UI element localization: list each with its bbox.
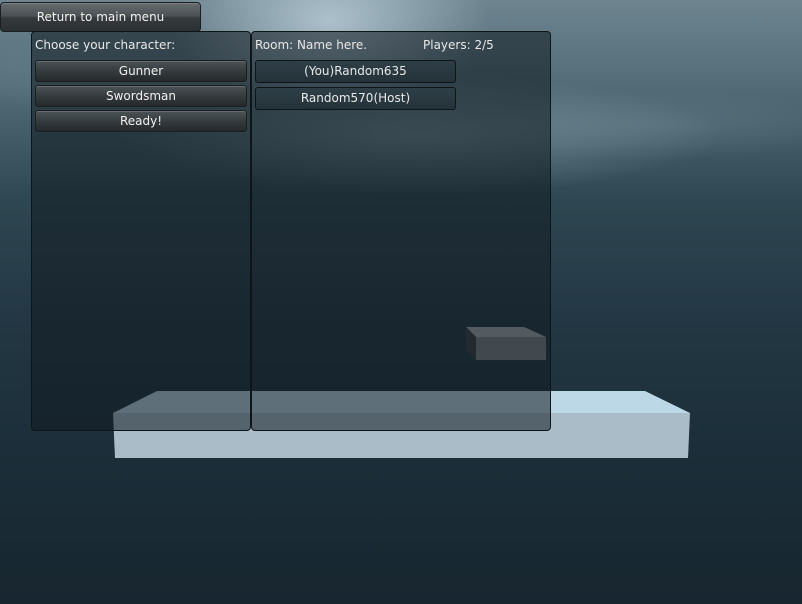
room-name-label: Room: Name here. [255,38,368,52]
character-select-panel: Choose your character: Gunner Swordsman … [31,31,251,431]
player-list-item: Random570(Host) [255,87,456,110]
swordsman-button[interactable]: Swordsman [35,85,247,107]
choose-character-heading: Choose your character: [35,38,176,52]
players-count-label: Players: 2/5 [423,38,494,52]
return-to-main-menu-button[interactable]: Return to main menu [0,2,201,32]
gunner-button[interactable]: Gunner [35,60,247,82]
player-list-item: (You)Random635 [255,60,456,83]
room-panel: Room: Name here. Players: 2/5 (You)Rando… [251,31,551,431]
ready-button[interactable]: Ready! [35,110,247,132]
